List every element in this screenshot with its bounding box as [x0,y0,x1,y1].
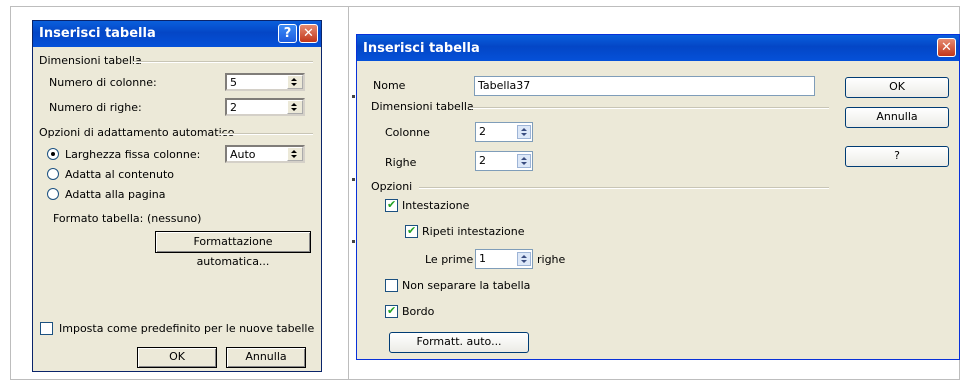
dont-split-label: Non separare la tabella [402,279,531,292]
right-columns-value: 2 [479,125,486,138]
right-rows-label: Righe [385,156,417,169]
right-help-button[interactable]: ? [845,146,949,167]
set-default-label: Imposta come predefinito per le nuove ta… [59,322,315,335]
rows-value: 2 [230,101,237,114]
right-rows-value: 2 [479,154,486,167]
left-dialog-title: Inserisci tabella [39,26,156,41]
fixed-width-value: Auto [230,148,256,161]
right-cancel-button[interactable]: Annulla [845,107,949,128]
left-titlebar: Inserisci tabella ? ✕ [33,21,321,47]
close-icon[interactable]: ✕ [299,24,318,43]
right-rows-spinner[interactable]: 2 [475,151,533,171]
first-rows-spinner[interactable]: 1 [475,249,533,269]
border-checkbox[interactable]: ✔ [385,304,398,318]
background-marker [352,178,355,181]
radio-autofit-window[interactable] [47,188,59,200]
right-columns-label: Colonne [385,126,430,139]
name-input[interactable]: Tabella37 [474,76,815,96]
table-format-label: Formato tabella: [53,212,144,225]
left-cancel-button[interactable]: Annulla [226,347,306,368]
first-rows-spin-arrows[interactable] [517,252,531,266]
background-marker [352,240,355,243]
help-icon[interactable]: ? [278,24,297,43]
right-titlebar: Inserisci tabella ✕ [357,35,959,61]
heading-checkbox[interactable]: ✔ [385,198,398,212]
right-dialog: Inserisci tabella ✕ Nome Tabella37 Dimen… [356,34,960,360]
options-group-line [419,187,829,189]
set-default-checkbox[interactable] [40,322,53,335]
radio-window-label: Adatta alla pagina [65,188,166,201]
left-ok-button[interactable]: OK [137,347,217,368]
name-label: Nome [373,79,406,92]
right-columns-spinner[interactable]: 2 [475,122,533,142]
panel-divider [348,6,349,380]
right-dialog-title: Inserisci tabella [363,41,480,56]
name-value: Tabella37 [478,79,531,92]
radio-autofit-content[interactable] [47,168,59,180]
group-size-line [133,61,313,63]
columns-spin-arrows[interactable] [287,75,303,89]
table-format-value: (nessuno) [147,212,202,225]
group-autofit-line [219,133,313,135]
right-group-size-line [469,107,829,109]
right-ok-button[interactable]: OK [845,77,949,98]
columns-value: 5 [230,76,237,89]
dont-split-checkbox[interactable] [385,279,398,292]
heading-label: Intestazione [402,199,470,212]
group-autofit-label: Opzioni di adattamento automatico [39,126,235,139]
columns-spinner[interactable]: 5 [225,73,305,91]
options-group-label: Opzioni [371,180,413,193]
group-size-label: Dimensioni tabella [39,54,142,67]
left-dialog: Inserisci tabella ? ✕ Dimensioni tabella… [32,20,322,372]
right-autoformat-button[interactable]: Formatt. auto... [389,332,529,353]
first-rows-unit: righe [537,253,566,266]
columns-label: Numero di colonne: [49,76,157,89]
radio-fixed-width[interactable] [47,148,59,160]
rows-label: Numero di righe: [49,101,142,114]
radio-fixed-label: Larghezza fissa colonne: [65,148,201,161]
autoformat-button[interactable]: Formattazione automatica... [155,231,311,268]
repeat-heading-label: Ripeti intestazione [422,225,525,238]
radio-content-label: Adatta al contenuto [65,168,175,181]
rows-spinner[interactable]: 2 [225,98,305,116]
right-group-size-label: Dimensioni tabella [371,100,474,113]
border-label: Bordo [402,305,435,318]
repeat-heading-checkbox[interactable]: ✔ [405,224,418,238]
right-rows-spin-arrows[interactable] [517,154,531,168]
fixed-width-spinner[interactable]: Auto [225,145,305,163]
rows-spin-arrows[interactable] [287,100,303,114]
first-rows-value: 1 [479,252,486,265]
first-rows-label: Le prime [425,253,474,266]
background-marker [352,95,355,98]
right-columns-spin-arrows[interactable] [517,125,531,139]
fixed-width-spin-arrows[interactable] [287,147,303,161]
close-icon[interactable]: ✕ [937,38,956,57]
